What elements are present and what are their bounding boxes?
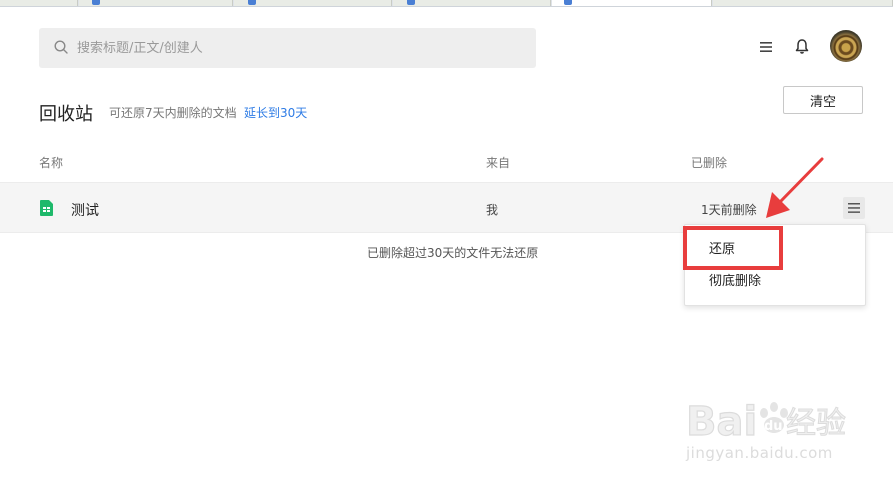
menu-item-restore[interactable]: 还原 [685, 233, 865, 267]
menu-icon[interactable] [759, 40, 773, 54]
browser-tab-active[interactable] [552, 0, 712, 6]
svg-text:du: du [764, 419, 783, 434]
page-subtitle: 可还原7天内删除的文档 [109, 106, 237, 120]
search-box[interactable] [39, 28, 536, 68]
browser-tab[interactable] [79, 0, 233, 6]
search-icon [54, 40, 68, 54]
file-name[interactable]: 测试 [71, 200, 99, 220]
column-header-deleted: 已删除 [691, 156, 728, 170]
retention-note: 已删除超过30天的文件无法还原 [367, 246, 539, 260]
tab-favicon-icon [564, 0, 572, 5]
tab-favicon-icon [407, 0, 415, 5]
row-context-menu: 还原 彻底删除 [684, 224, 866, 306]
tab-favicon-icon [92, 0, 100, 5]
browser-tab-strip [0, 0, 893, 7]
page-title: 回收站 [39, 104, 93, 125]
baidu-watermark-logo: Bai 经验 du [686, 398, 847, 443]
browser-tab[interactable] [0, 0, 78, 6]
column-header-source: 来自 [486, 156, 511, 170]
avatar[interactable] [830, 30, 862, 62]
menu-icon [848, 203, 860, 213]
file-deleted-time: 1天前删除 [701, 203, 757, 217]
extend-to-30-days-link[interactable]: 延长到30天 [244, 104, 307, 121]
browser-tab[interactable] [393, 0, 551, 6]
bell-icon[interactable] [794, 38, 810, 55]
search-input[interactable] [77, 28, 527, 68]
svg-text:Bai: Bai [686, 399, 757, 443]
menu-item-delete-permanently[interactable]: 彻底删除 [685, 265, 865, 299]
clear-button[interactable]: 清空 [783, 86, 863, 114]
browser-tab[interactable] [713, 0, 893, 6]
svg-text:经验: 经验 [786, 406, 846, 441]
tab-favicon-icon [248, 0, 256, 5]
browser-tab[interactable] [234, 0, 392, 6]
watermark-domain: jingyan.baidu.com [686, 444, 833, 462]
spreadsheet-icon [40, 200, 53, 216]
row-more-button[interactable] [843, 197, 865, 219]
file-source: 我 [486, 203, 499, 217]
column-header-name: 名称 [39, 156, 64, 170]
